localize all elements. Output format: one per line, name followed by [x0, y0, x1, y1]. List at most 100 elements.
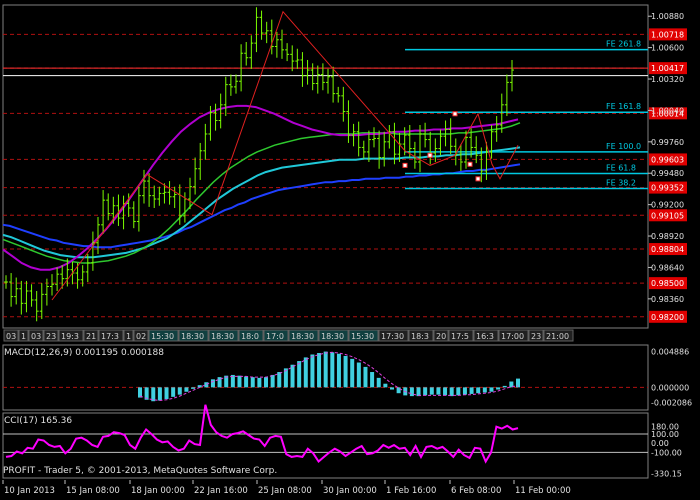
macd-histogram-bar: [449, 387, 454, 397]
time-scale-label: 15:30: [148, 329, 179, 342]
macd-histogram-bar: [250, 377, 255, 388]
macd-histogram-bar: [416, 387, 421, 397]
macd-histogram-bar: [356, 362, 361, 388]
fibonacci-label: FE 100.0: [606, 142, 641, 151]
time-scale-text: 18:30: [211, 332, 234, 341]
time-scale-label: 21: [83, 329, 99, 342]
time-scale-label: 03: [28, 329, 44, 342]
fibonacci-label: FE 61.8: [606, 163, 636, 172]
time-scale-label: 18:30: [208, 329, 239, 342]
price-axis-label: 1.00320: [651, 75, 684, 84]
macd-histogram-bar: [456, 387, 461, 396]
time-scale-label: 18:30: [178, 329, 209, 342]
macd-histogram-bar: [363, 366, 368, 388]
macd-histogram-bar: [297, 361, 302, 388]
cci-axis-label: 100.00: [651, 430, 679, 439]
macd-histogram-bar: [303, 357, 308, 388]
time-scale-text: 18:3: [411, 332, 429, 341]
time-scale-label: 1: [123, 329, 134, 342]
macd-histogram-bar: [409, 387, 414, 397]
price-axis-label: 1.00040: [651, 106, 684, 115]
swing-point-marker: [475, 176, 481, 182]
macd-histogram-bar: [462, 387, 467, 395]
macd-histogram-bar: [350, 358, 355, 388]
macd-histogram-bar: [502, 385, 507, 388]
time-scale-text: 19:3: [61, 332, 79, 341]
price-level-tag-label: 0.98500: [651, 279, 684, 288]
time-scale-text: 1: [126, 332, 131, 341]
time-scale-label: 18:30: [318, 329, 349, 342]
time-scale-text: 17:5: [451, 332, 469, 341]
time-scale-label: 17:00: [498, 329, 529, 342]
macd-histogram-bar: [489, 387, 494, 392]
macd-histogram-bar: [317, 353, 322, 388]
time-scale-text: 23: [531, 332, 541, 341]
time-axis-label: 25 Jan 08:00: [258, 486, 312, 496]
time-scale-label: 17:0: [263, 329, 289, 342]
macd-histogram-bar: [436, 387, 441, 395]
macd-histogram-bar: [370, 372, 375, 388]
time-scale-label: 17:3: [98, 329, 124, 342]
macd-histogram-bar: [423, 387, 428, 396]
price-axis-label: 0.98920: [651, 232, 684, 241]
macd-histogram-bar: [396, 387, 401, 394]
time-scale-text: 17:3: [101, 332, 119, 341]
swing-point-marker: [402, 162, 408, 168]
time-scale-text: 03: [31, 332, 41, 341]
macd-histogram-bar: [469, 387, 474, 394]
copyright-text: PROFIT - Trader 5, © 2001-2013, MetaQuot…: [3, 466, 277, 476]
time-axis-label: 15 Jan 08:00: [66, 486, 120, 496]
price-level-tag-label: 1.00417: [651, 64, 684, 73]
price-axis-label: 0.98360: [651, 295, 684, 304]
time-scale-label: 03: [3, 329, 19, 342]
macd-histogram-bar: [383, 383, 388, 388]
time-axis-label: 10 Jan 2013: [4, 486, 55, 496]
time-axis-label: 30 Jan 00:00: [323, 486, 377, 496]
macd-histogram-bar: [270, 374, 275, 388]
macd-histogram-bar: [177, 387, 182, 395]
macd-histogram-bar: [210, 379, 215, 388]
price-level-tag-label: 0.99603: [651, 155, 684, 164]
time-scale-label: 18:30: [288, 329, 319, 342]
time-axis-label: 6 Feb 08:00: [451, 486, 501, 496]
price-axis-label: 0.99200: [651, 201, 684, 210]
macd-histogram-bar: [184, 387, 189, 392]
price-axis-label: 0.98640: [651, 263, 684, 272]
time-scale-label: 17:5: [448, 329, 474, 342]
macd-histogram-bar: [429, 387, 434, 395]
time-scale-text: 21: [86, 332, 96, 341]
swing-point-marker: [467, 161, 473, 167]
time-scale-text: 15:30: [351, 332, 374, 341]
price-level-tag-label: 0.98200: [651, 313, 684, 322]
time-scale-text: 1: [21, 332, 26, 341]
macd-histogram-bar: [191, 387, 196, 389]
macd-histogram-bar: [476, 387, 481, 394]
time-scale-text: 02: [136, 332, 146, 341]
time-scale-label: 16:3: [473, 329, 499, 342]
fibonacci-label: FE 38.2: [606, 178, 636, 187]
macd-histogram-bar: [164, 387, 169, 400]
fibonacci-label: FE 261.8: [606, 40, 641, 49]
trading-chart-window: 1.007181.004171.000140.996030.993520.991…: [0, 0, 700, 500]
time-axis-label: 22 Jan 16:00: [194, 486, 248, 496]
macd-histogram-bar: [310, 354, 315, 388]
swing-point-marker: [427, 152, 433, 158]
time-scale-text: 18:30: [181, 332, 204, 341]
price-axis-label: 0.99480: [651, 169, 684, 178]
time-axis-label: 1 Feb 16:00: [386, 486, 436, 496]
time-scale-text: 03: [6, 332, 16, 341]
macd-histogram-bar: [257, 377, 262, 388]
macd-histogram-bar: [376, 377, 381, 388]
macd-axis-label: 0.000000: [651, 383, 689, 392]
time-scale-label: 02: [133, 329, 149, 342]
time-scale-label: 18:0: [238, 329, 264, 342]
macd-histogram-bar: [264, 377, 268, 388]
price-axis-label: 0.99760: [651, 138, 684, 147]
macd-histogram-bar: [390, 387, 394, 390]
macd-histogram-bar: [336, 353, 341, 388]
macd-axis-label: 0.004886: [651, 348, 689, 357]
macd-histogram-bar: [330, 352, 335, 388]
macd-histogram-bar: [157, 387, 162, 401]
time-scale-text: 23: [46, 332, 56, 341]
price-level-tag-label: 1.00718: [651, 30, 684, 39]
